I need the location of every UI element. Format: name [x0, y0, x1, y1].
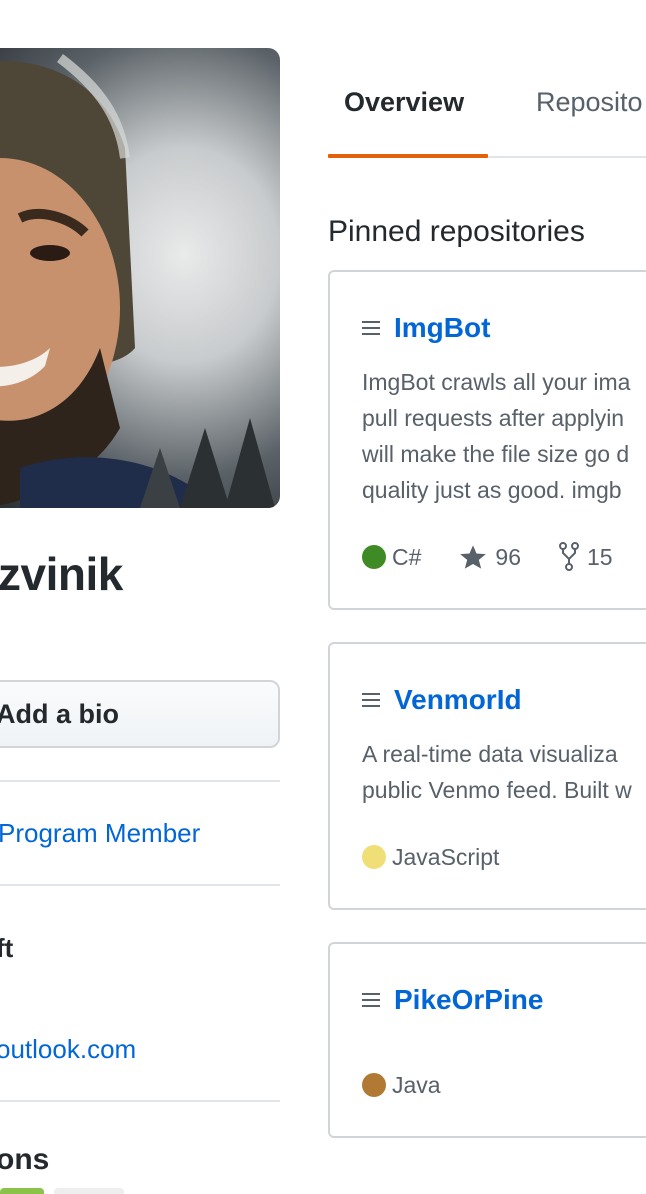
divider [0, 780, 280, 782]
repo-description-line: quality just as good. imgb [362, 477, 622, 503]
fork-count: 15 [587, 544, 613, 570]
repo-description-line: will make the file size go d [362, 441, 630, 467]
repo-list-icon [362, 321, 380, 335]
tab-repositories[interactable]: Reposito [536, 84, 643, 120]
repo-description: ImgBot crawls all your ima pull requests… [362, 364, 646, 508]
pinned-repo-card: ImgBot ImgBot crawls all your ima pull r… [328, 270, 646, 610]
repo-description-line: pull requests after applyin [362, 405, 625, 431]
repo-name-link[interactable]: PikeOrPine [394, 982, 543, 1018]
repo-description-line: A real-time data visualiza [362, 741, 618, 767]
repo-description-line: public Venmo feed. Built w [362, 777, 632, 803]
language-color-dot [362, 1073, 386, 1097]
repo-meta: C# 96 15 [362, 542, 613, 572]
repo-description: A real-time data visualiza public Venmo … [362, 736, 646, 808]
repo-name-link[interactable]: VenmorId [394, 682, 522, 718]
pinned-repo-card: VenmorId A real-time data visualiza publ… [328, 642, 646, 910]
stars-link[interactable]: 96 [459, 542, 521, 572]
divider [0, 884, 280, 886]
org-avatar[interactable] [0, 1188, 44, 1194]
org-avatar[interactable] [54, 1188, 124, 1194]
repo-language: Java [392, 1072, 441, 1098]
divider [0, 1100, 280, 1102]
pinned-repo-card: PikeOrPine Java [328, 942, 646, 1138]
pinned-repositories-heading: Pinned repositories [328, 215, 585, 248]
repo-description-line: ImgBot crawls all your ima [362, 369, 631, 395]
star-count: 96 [495, 544, 521, 570]
avatar[interactable] [0, 48, 280, 508]
language-color-dot [362, 545, 386, 569]
email-link[interactable]: outlook.com [0, 1032, 136, 1066]
company-text: ft [0, 933, 14, 963]
repo-meta: JavaScript [362, 842, 499, 872]
tab-overview[interactable]: Overview [344, 84, 464, 120]
repo-language: C# [392, 544, 422, 570]
repo-meta: Java [362, 1070, 441, 1100]
repo-list-icon [362, 693, 380, 707]
repo-list-icon [362, 993, 380, 1007]
star-icon [460, 545, 487, 569]
active-tab-indicator [328, 154, 488, 158]
repo-language: JavaScript [392, 844, 500, 870]
profile-page: zvinik Add a bio Program Member ft outlo… [0, 0, 646, 1194]
program-member-link[interactable]: Program Member [0, 816, 200, 850]
language-color-dot [362, 845, 386, 869]
fork-icon [559, 542, 579, 571]
organizations-heading: ons [0, 1143, 50, 1176]
profile-username: zvinik [0, 548, 123, 600]
forks-link[interactable]: 15 [559, 542, 613, 572]
add-bio-button[interactable]: Add a bio [0, 680, 280, 748]
repo-name-link[interactable]: ImgBot [394, 310, 490, 346]
